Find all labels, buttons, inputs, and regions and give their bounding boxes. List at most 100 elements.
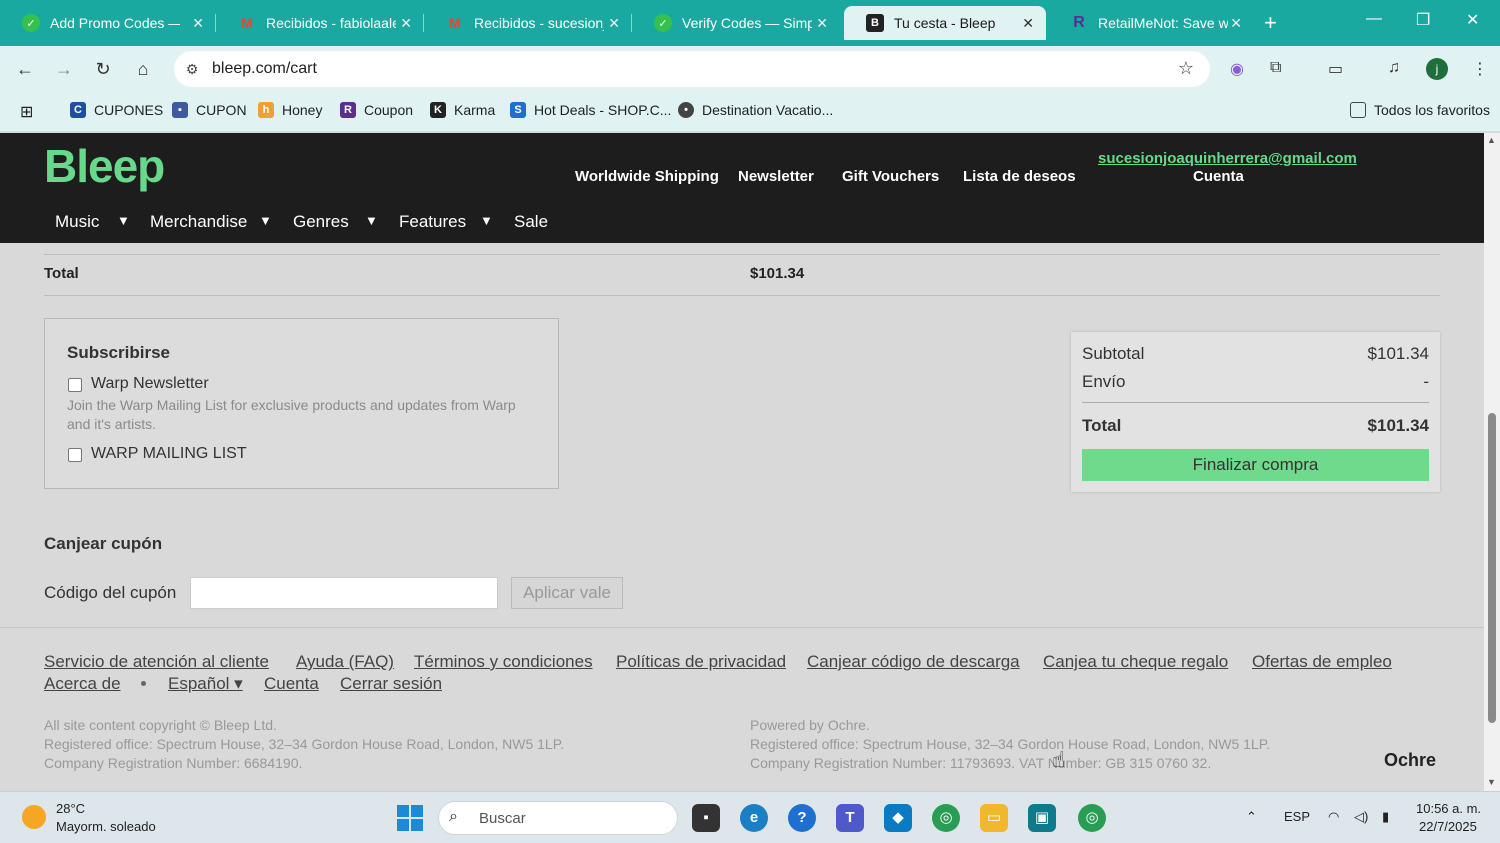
volume-icon[interactable]: ◁) [1354, 809, 1368, 825]
close-icon[interactable]: ✕ [400, 15, 412, 32]
cast-icon[interactable]: ▭ [1328, 59, 1343, 79]
page-scrollbar[interactable]: ▲ ▼ [1484, 133, 1500, 791]
chevron-down-icon[interactable]: ▼ [365, 213, 378, 228]
bookmark-hot-deals[interactable]: S Hot Deals - SHOP.C... [510, 102, 671, 118]
bleep-logo[interactable]: Bleep [44, 139, 165, 193]
footer-link-redeem-download[interactable]: Canjear código de descarga [807, 652, 1020, 672]
clock-date[interactable]: 22/7/2025 [1419, 819, 1477, 834]
extensions-puzzle-icon[interactable]: ⧉ [1270, 59, 1281, 77]
account-link[interactable]: Cuenta [1193, 168, 1244, 185]
edge-icon[interactable]: e [740, 804, 768, 832]
footer-link-logout[interactable]: Cerrar sesión [340, 674, 442, 694]
nav-merchandise[interactable]: Merchandise [150, 212, 247, 232]
bookmark-cupon[interactable]: ▪ CUPON [172, 102, 247, 118]
ochre-logo[interactable]: Ochre [1384, 750, 1436, 771]
bookmark-honey[interactable]: h Honey [258, 102, 322, 118]
nav-features[interactable]: Features [399, 212, 466, 232]
weather-temp[interactable]: 28°C [56, 801, 85, 816]
wifi-icon[interactable]: ◠ [1328, 809, 1339, 825]
address-bar[interactable]: ⚙ bleep.com/cart ☆ [174, 51, 1210, 87]
chevron-down-icon[interactable]: ▼ [480, 213, 493, 228]
chevron-down-icon[interactable]: ▼ [117, 213, 130, 228]
footer-link-about[interactable]: Acerca de [44, 674, 121, 694]
apps-grid-icon[interactable]: ⊞ [20, 102, 33, 122]
weather-desc[interactable]: Mayorm. soleado [56, 819, 156, 834]
profile-avatar[interactable]: j [1426, 58, 1448, 80]
forward-icon[interactable]: → [51, 56, 77, 82]
language-select[interactable]: Español ▾ [168, 674, 243, 694]
tab-gmail-fabiolaale[interactable]: M Recibidos - fabiolaale ✕ [216, 6, 424, 40]
tab-bleep-cart[interactable]: B Tu cesta - Bleep ✕ [844, 6, 1046, 40]
back-icon[interactable]: ← [12, 56, 38, 82]
warp-mailing-list-label[interactable]: WARP MAILING LIST [91, 445, 247, 463]
footer-link-terms[interactable]: Términos y condiciones [414, 652, 593, 672]
taskbar-search[interactable]: ⌕ Buscar [438, 801, 678, 835]
close-icon[interactable]: ✕ [1022, 15, 1034, 32]
restore-icon[interactable]: ❐ [1416, 10, 1430, 30]
scroll-up-icon[interactable]: ▲ [1487, 135, 1496, 145]
bookmark-star-icon[interactable]: ☆ [1178, 58, 1194, 79]
close-icon[interactable]: ✕ [192, 15, 204, 32]
footer-link-gift-voucher[interactable]: Canjea tu cheque regalo [1043, 652, 1228, 672]
footer-link-jobs[interactable]: Ofertas de empleo [1252, 652, 1392, 672]
all-bookmarks[interactable]: Todos los favoritos [1350, 102, 1490, 118]
scroll-down-icon[interactable]: ▼ [1487, 777, 1496, 787]
footer-link-faq[interactable]: Ayuda (FAQ) [296, 652, 394, 672]
site-info-icon[interactable]: ⚙ [182, 59, 202, 79]
link-wishlist[interactable]: Lista de deseos [963, 168, 1076, 185]
nav-genres[interactable]: Genres [293, 212, 349, 232]
home-icon[interactable]: ⌂ [130, 56, 156, 82]
reload-icon[interactable]: ↻ [90, 56, 116, 82]
shield-icon[interactable]: ◆ [884, 804, 912, 832]
link-gift-vouchers[interactable]: Gift Vouchers [842, 168, 939, 185]
close-icon[interactable]: ✕ [816, 15, 828, 32]
footer-link-privacy[interactable]: Políticas de privacidad [616, 652, 786, 672]
bookmark-destination[interactable]: • Destination Vacatio... [678, 102, 833, 118]
link-worldwide-shipping[interactable]: Worldwide Shipping [575, 168, 719, 185]
scroll-thumb[interactable] [1488, 413, 1496, 723]
bookmark-cupones[interactable]: C CUPONES [70, 102, 163, 118]
input-language[interactable]: ESP [1284, 809, 1310, 824]
new-tab-icon[interactable]: + [1264, 10, 1277, 36]
menu-icon[interactable]: ⋮ [1472, 59, 1488, 79]
tab-gmail-sucesionjo[interactable]: M Recibidos - sucesionjo ✕ [424, 6, 632, 40]
tab-add-promo-codes[interactable]: ✓ Add Promo Codes — S ✕ [0, 6, 216, 40]
media-icon[interactable]: ♫ [1388, 59, 1400, 77]
teams-icon[interactable]: T [836, 804, 864, 832]
tab-retailmenot[interactable]: R RetailMeNot: Save wit ✕ [1048, 6, 1254, 40]
remote-desktop-icon[interactable]: ▣ [1028, 804, 1056, 832]
close-icon[interactable]: ✕ [608, 15, 620, 32]
chrome-icon[interactable]: ◎ [932, 804, 960, 832]
footer-link-customer-service[interactable]: Servicio de atención al cliente [44, 652, 269, 672]
warp-newsletter-label[interactable]: Warp Newsletter [91, 375, 209, 393]
tab-verify-codes[interactable]: ✓ Verify Codes — Simply ✕ [632, 6, 840, 40]
task-view-icon[interactable]: ▪ [692, 804, 720, 832]
tab-title: RetailMeNot: Save wit [1098, 15, 1228, 31]
account-email-link[interactable]: sucesionjoaquinherrera@gmail.com [1098, 150, 1357, 167]
nav-sale[interactable]: Sale [514, 212, 548, 232]
chevron-down-icon[interactable]: ▼ [259, 213, 272, 228]
tray-chevron-up-icon[interactable]: ⌃ [1246, 809, 1257, 825]
apply-coupon-button[interactable]: Aplicar vale [511, 577, 623, 609]
help-icon[interactable]: ? [788, 804, 816, 832]
extension-icon[interactable]: ◉ [1230, 59, 1244, 79]
windows-start-icon[interactable] [397, 805, 423, 831]
link-newsletter[interactable]: Newsletter [738, 168, 814, 185]
minimize-icon[interactable]: — [1366, 10, 1382, 28]
url-text[interactable]: bleep.com/cart [212, 60, 317, 78]
warp-newsletter-checkbox[interactable] [68, 378, 82, 392]
weather-sun-icon[interactable] [22, 805, 46, 829]
bookmark-coupon[interactable]: R Coupon [340, 102, 413, 118]
nav-music[interactable]: Music [55, 212, 99, 232]
file-explorer-icon[interactable]: ▭ [980, 804, 1008, 832]
footer-link-account[interactable]: Cuenta [264, 674, 319, 694]
bookmark-karma[interactable]: K Karma [430, 102, 495, 118]
window-close-icon[interactable]: ✕ [1466, 10, 1479, 30]
chrome-profile-icon[interactable]: ◎ [1078, 804, 1106, 832]
checkout-button[interactable]: Finalizar compra [1082, 449, 1429, 481]
battery-icon[interactable]: ▮ [1382, 809, 1389, 825]
warp-mailing-list-checkbox[interactable] [68, 448, 82, 462]
clock-time[interactable]: 10:56 a. m. [1416, 801, 1481, 816]
close-icon[interactable]: ✕ [1230, 15, 1242, 32]
coupon-code-input[interactable] [190, 577, 498, 609]
